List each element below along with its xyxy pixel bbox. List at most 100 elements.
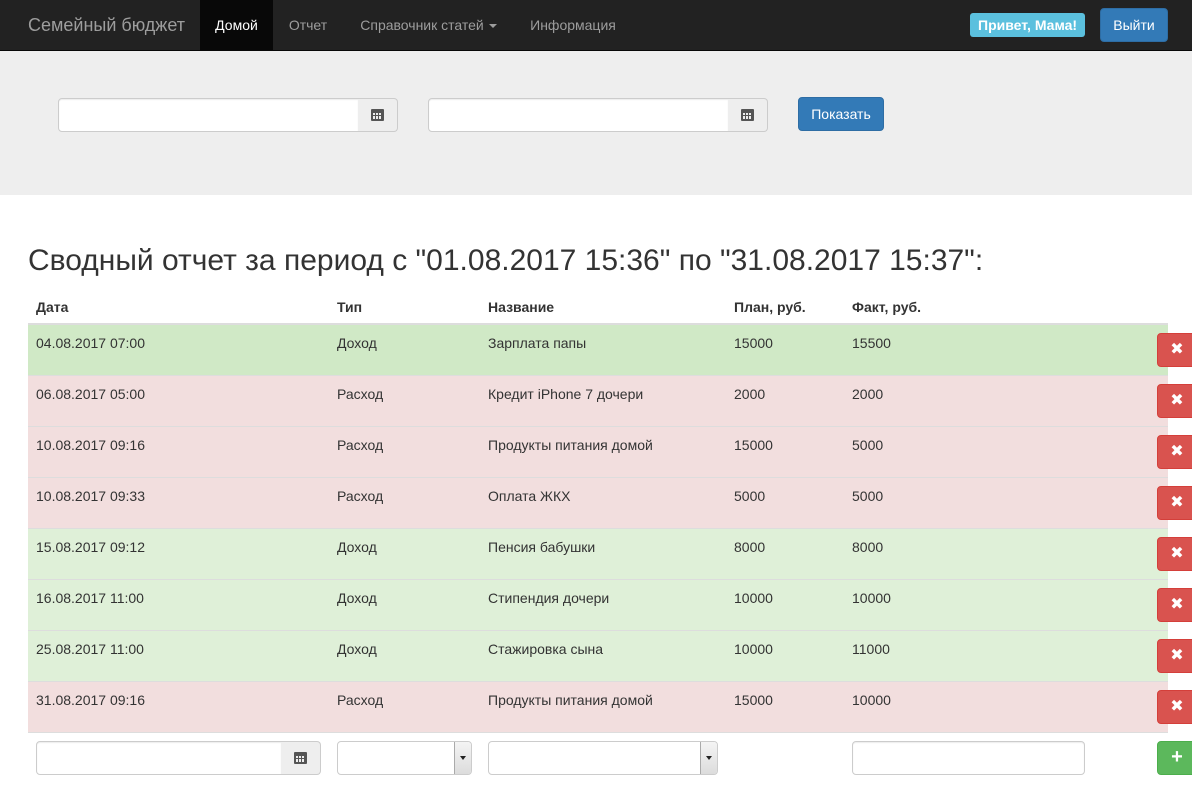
date-to-calendar-button[interactable] [728,98,768,132]
new-fact-input[interactable] [852,741,1085,775]
nav-item-label: Информация [530,17,616,33]
cell-type: Доход [329,323,480,376]
date-from-calendar-button[interactable] [358,98,398,132]
cell-date: 31.08.2017 09:16 [28,681,329,733]
delete-row-button[interactable]: ✖ [1157,588,1192,622]
cell-date: 15.08.2017 09:12 [28,528,329,580]
remove-icon: ✖ [1170,341,1184,358]
cell-plan: 8000 [726,528,844,580]
table-row: 25.08.2017 11:00 Доход Стажировка сына 1… [28,630,1192,682]
cell-actions: ✖ [1093,323,1192,376]
show-button[interactable]: Показать [798,97,884,131]
cell-actions: ✖ [1093,528,1192,580]
cell-plan: 5000 [726,477,844,529]
new-date-calendar-button[interactable] [281,741,321,775]
new-date-input[interactable] [36,741,282,775]
cell-actions: ✖ [1093,426,1192,478]
logout-button[interactable]: Выйти [1100,8,1168,42]
new-type-select[interactable] [337,741,472,775]
new-name-cell [480,732,726,784]
cell-fact: 10000 [844,579,1093,631]
cell-type: Расход [329,426,480,478]
remove-icon: ✖ [1170,494,1184,511]
nav-item-label: Справочник статей [360,17,484,33]
report-title: Сводный отчет за период с "01.08.2017 15… [28,244,984,277]
cell-name: Кредит iPhone 7 дочери [480,375,726,427]
chevron-down-icon [700,742,717,774]
remove-icon: ✖ [1170,392,1184,409]
cell-date: 06.08.2017 05:00 [28,375,329,427]
remove-icon: ✖ [1170,596,1184,613]
cell-actions: ✖ [1093,477,1192,529]
delete-row-button[interactable]: ✖ [1157,435,1192,469]
chevron-down-icon [454,742,471,774]
cell-fact: 15500 [844,323,1093,376]
cell-type: Доход [329,630,480,682]
cell-name: Стажировка сына [480,630,726,682]
cell-type: Расход [329,375,480,427]
delete-row-button[interactable]: ✖ [1157,690,1192,724]
cell-fact: 10000 [844,681,1093,733]
column-header-plan: План, руб. [726,290,844,325]
cell-plan: 2000 [726,375,844,427]
cell-type: Расход [329,681,480,733]
table-row: 31.08.2017 09:16 Расход Продукты питания… [28,681,1192,733]
date-to-group [428,98,768,132]
report-table: Дата Тип Название План, руб. Факт, руб. … [28,290,1192,784]
table-row: 16.08.2017 11:00 Доход Стипендия дочери … [28,579,1192,631]
new-actions-cell: + [1093,732,1192,784]
nav-item-home[interactable]: Домой [200,0,273,50]
calendar-icon [294,752,307,764]
remove-icon: ✖ [1170,647,1184,664]
table-row: 15.08.2017 09:12 Доход Пенсия бабушки 80… [28,528,1192,580]
cell-name: Пенсия бабушки [480,528,726,580]
plus-icon: + [1171,746,1183,768]
filter-panel: Показать [0,51,1192,195]
cell-type: Доход [329,579,480,631]
column-header-date: Дата [28,290,329,325]
cell-name: Стипендия дочери [480,579,726,631]
cell-name: Зарплата папы [480,323,726,376]
nav-item-articles-dropdown[interactable]: Справочник статей [343,0,514,50]
table-row: 06.08.2017 05:00 Расход Кредит iPhone 7 … [28,375,1192,427]
delete-row-button[interactable]: ✖ [1157,537,1192,571]
new-fact-cell [844,732,1093,784]
remove-icon: ✖ [1170,698,1184,715]
table-row: 10.08.2017 09:33 Расход Оплата ЖКХ 5000 … [28,477,1192,529]
top-navbar: Семейный бюджет Домой Отчет Справочник с… [0,0,1192,51]
cell-fact: 5000 [844,426,1093,478]
table-header-row: Дата Тип Название План, руб. Факт, руб. [28,290,1168,325]
date-to-input[interactable] [428,98,729,132]
cell-actions: ✖ [1093,681,1192,733]
column-header-actions [1093,290,1168,325]
nav-item-report[interactable]: Отчет [273,0,343,50]
nav-item-info[interactable]: Информация [514,0,632,50]
delete-row-button[interactable]: ✖ [1157,639,1192,673]
delete-row-button[interactable]: ✖ [1157,333,1192,367]
delete-row-button[interactable]: ✖ [1157,384,1192,418]
new-name-select[interactable] [488,741,718,775]
new-date-group [36,741,321,775]
column-header-name: Название [480,290,726,325]
add-entry-row: + [28,732,1192,784]
brand-logo[interactable]: Семейный бюджет [28,0,185,50]
caret-down-icon [488,24,497,29]
new-date-cell [28,732,329,784]
cell-plan: 15000 [726,426,844,478]
cell-fact: 5000 [844,477,1093,529]
date-from-input[interactable] [58,98,359,132]
delete-row-button[interactable]: ✖ [1157,486,1192,520]
cell-name: Оплата ЖКХ [480,477,726,529]
remove-icon: ✖ [1170,443,1184,460]
column-header-type: Тип [329,290,480,325]
cell-date: 10.08.2017 09:33 [28,477,329,529]
calendar-icon [371,109,384,121]
cell-fact: 8000 [844,528,1093,580]
cell-date: 25.08.2017 11:00 [28,630,329,682]
cell-plan: 15000 [726,681,844,733]
cell-name: Продукты питания домой [480,426,726,478]
add-entry-button[interactable]: + [1157,741,1192,775]
greeting-badge: Привет, Мама! [970,13,1086,37]
cell-date: 16.08.2017 11:00 [28,579,329,631]
cell-name: Продукты питания домой [480,681,726,733]
